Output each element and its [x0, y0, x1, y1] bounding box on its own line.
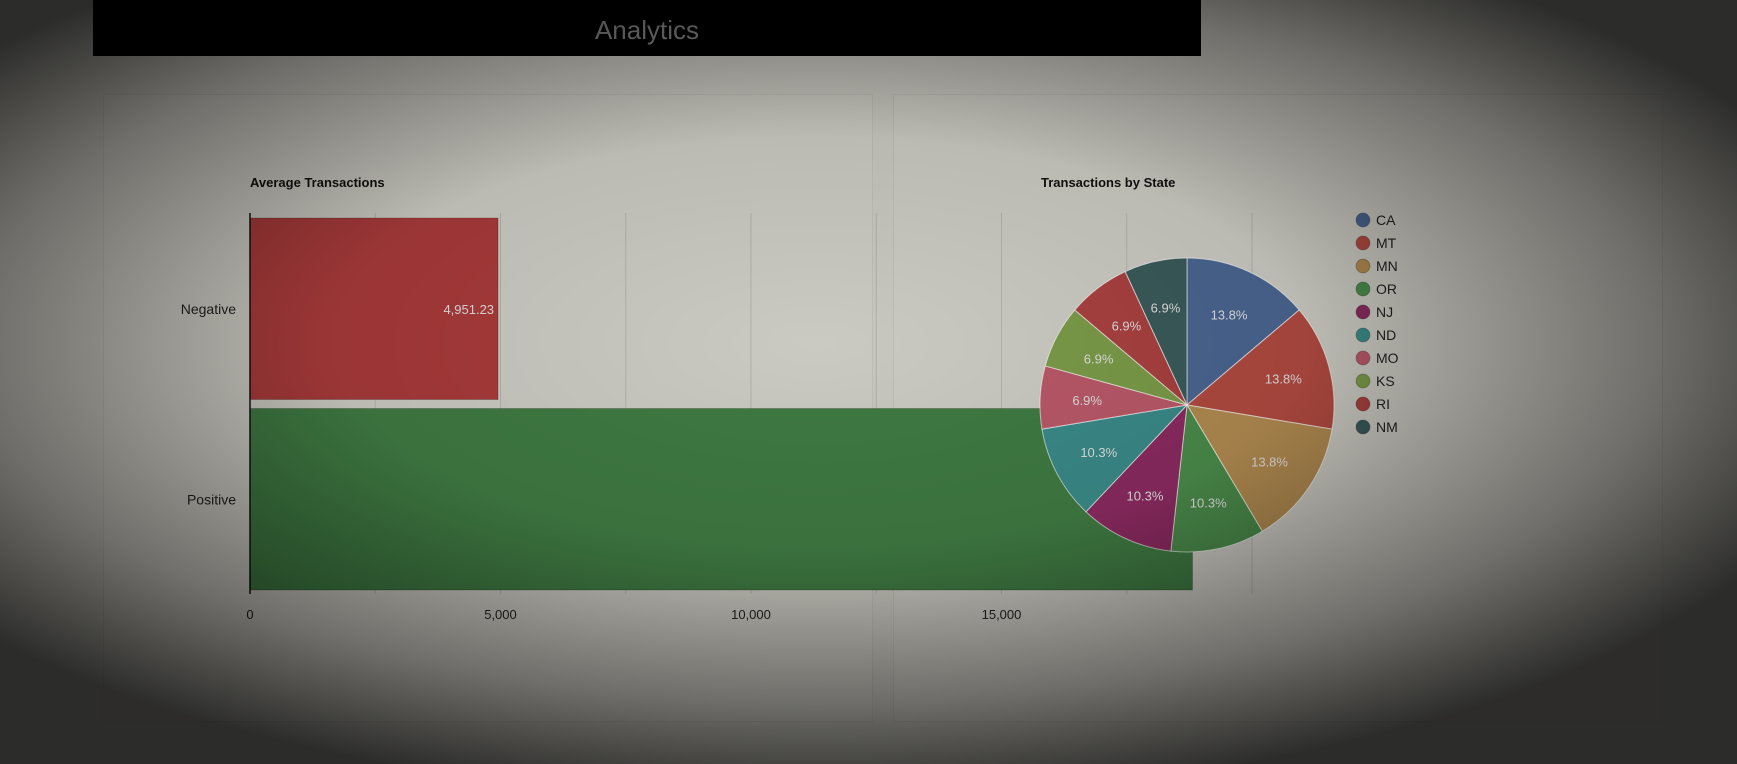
pie-chart: 13.8% 13.8% 13.8% 10.3% 10.3% 10.3% 6.9% 6.9% 6.… — [1039, 212, 1399, 553]
legend-label: NM — [1376, 419, 1398, 435]
legend-swatch — [1355, 281, 1371, 297]
pie-slice-label: 10.3% — [1190, 496, 1227, 511]
legend-label: NJ — [1376, 304, 1393, 320]
legend-label: OR — [1376, 281, 1397, 297]
legend-label: CA — [1376, 212, 1396, 228]
pie-slice-label: 6.9% — [1084, 351, 1114, 366]
legend-swatch — [1355, 304, 1371, 320]
pie-slice-label: 13.8% — [1251, 454, 1288, 469]
legend-label: MT — [1376, 235, 1397, 251]
pie-slice-label: 6.9% — [1112, 318, 1142, 333]
legend-swatch — [1355, 373, 1371, 389]
legend-swatch — [1355, 350, 1371, 366]
pie-slice-label: 6.9% — [1072, 393, 1102, 408]
pie-slice-label: 10.3% — [1127, 489, 1164, 504]
legend-swatch — [1355, 212, 1371, 228]
legend-swatch — [1355, 327, 1371, 343]
legend-label: MO — [1376, 350, 1399, 366]
legend-swatch — [1355, 258, 1371, 274]
pie-slice-label: 13.8% — [1265, 371, 1302, 386]
legend-label: ND — [1376, 327, 1396, 343]
legend-label: RI — [1376, 396, 1390, 412]
pie-slice-label: 10.3% — [1080, 445, 1117, 460]
legend-label: KS — [1376, 373, 1395, 389]
legend-swatch — [1355, 419, 1371, 435]
legend-swatch — [1355, 235, 1371, 251]
legend-label: MN — [1376, 258, 1398, 274]
pie-slice-label: 6.9% — [1151, 300, 1181, 315]
legend-swatch — [1355, 396, 1371, 412]
pie-slice-label: 13.8% — [1211, 307, 1248, 322]
